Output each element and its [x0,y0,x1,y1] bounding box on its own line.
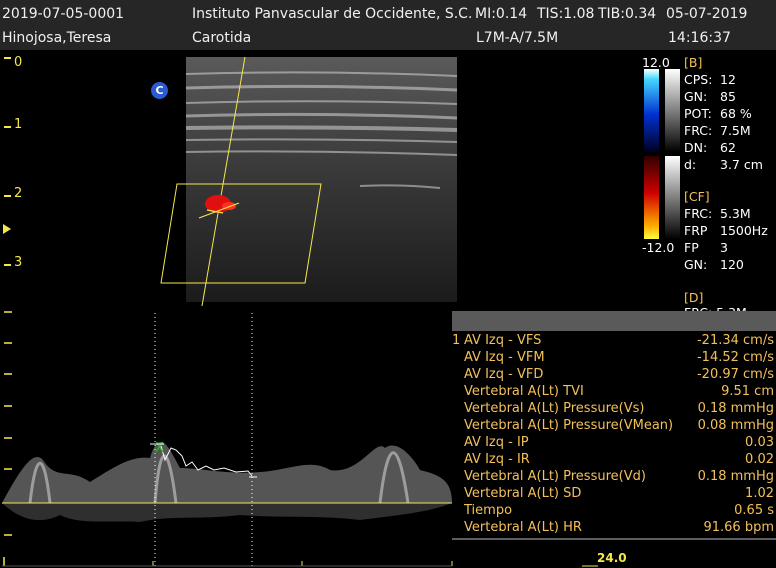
measurement-label: AV Izq - VFD [464,367,544,382]
measurement-row[interactable]: Vertebral A(Lt) Pressure(Vd) 0.18 mmHg [452,469,776,486]
measurement-value: -21.34 cm/s [696,333,774,348]
colorbar-min-label: -12.0 [642,240,675,255]
caliper-marker-icon[interactable]: X [155,441,164,456]
velocity-colorbar-positive [644,156,659,239]
cf-mode-title: [CF] [684,189,710,204]
measurement-row[interactable]: Tiempo 0.65 s [452,503,776,520]
measurement-results: 1 AV Izq - VFS -21.34 cm/s AV Izq - VFM … [452,333,776,539]
b-mode-sector [186,57,457,302]
measurement-label: AV Izq - IP [464,435,529,450]
param-key: GN: [684,257,708,272]
measurement-row[interactable]: Vertebral A(Lt) Pressure(VMean) 0.08 mmH… [452,418,776,435]
measurement-value: 1.02 [745,486,774,501]
grayscale-bar [665,156,680,239]
measurement-value: 0.08 mmHg [697,418,774,433]
measurement-value: 91.66 bpm [703,520,774,535]
colorbar-max-label: 12.0 [642,55,670,70]
measurement-label: Vertebral A(Lt) Pressure(VMean) [464,418,674,433]
measurement-value: 0.65 s [734,503,774,518]
measurement-value: -14.52 cm/s [696,350,774,365]
param-key: FRP [684,223,708,238]
param-value: 68 % [720,106,752,121]
measurement-value: 9.51 cm [721,384,774,399]
measurement-label: AV Izq - IR [464,452,530,467]
measurement-index: 1 [452,333,461,348]
measurement-row[interactable]: AV Izq - IP 0.03 [452,435,776,452]
time-scale-ticks [152,561,598,567]
measurement-panel-header [452,311,776,331]
b-mode-title: [B] [684,55,703,70]
measurement-label: Vertebral A(Lt) SD [464,486,582,501]
velocity-colorbar-negative [644,69,659,152]
param-value: 62 [720,140,736,155]
measurement-value: 0.02 [745,452,774,467]
measurement-row[interactable]: AV Izq - VFM -14.52 cm/s [452,350,776,367]
measurement-row[interactable]: Vertebral A(Lt) TVI 9.51 cm [452,384,776,401]
measurement-row[interactable]: Vertebral A(Lt) HR 91.66 bpm [452,520,776,537]
measurement-label: Vertebral A(Lt) Pressure(Vs) [464,401,645,416]
param-value: 7.5M [720,123,751,138]
measurement-value: 0.03 [745,435,774,450]
measurement-row[interactable]: AV Izq - IR 0.02 [452,452,776,469]
param-key: CPS: [684,72,713,87]
param-value: 85 [720,89,736,104]
measurement-label: Vertebral A(Lt) TVI [464,384,584,399]
param-value: 120 [720,257,744,272]
measurement-label: Tiempo [464,503,513,518]
measurement-label: AV Izq - VFS [464,333,542,348]
measurement-value: 0.18 mmHg [697,401,774,416]
param-value: 3 [720,240,728,255]
param-key: GN: [684,89,708,104]
measurement-label: AV Izq - VFM [464,350,545,365]
param-value: 1500Hz [720,223,768,238]
measurement-row[interactable]: Vertebral A(Lt) Pressure(Vs) 0.18 mmHg [452,401,776,418]
sweep-speed-label: 24.0 [597,551,627,565]
measurement-label: Vertebral A(Lt) HR [464,520,582,535]
measurement-value: 0.18 mmHg [697,469,774,484]
param-key: FRC: [684,123,713,138]
d-mode-param-cut: FRC: 5.3M [684,305,747,311]
param-value: 5.3M [720,206,751,221]
param-value: 12 [720,72,736,87]
measurement-row[interactable]: 1 AV Izq - VFS -21.34 cm/s [452,333,776,350]
param-value: 3.7 cm [720,157,763,172]
param-key: FRC: [684,206,713,221]
param-key: d: [684,157,697,172]
d-mode-title: [D] [684,290,704,305]
param-key: POT: [684,106,712,121]
param-key: DN: [684,140,708,155]
doppler-spectrum [2,441,452,522]
velocity-scale-ticks [3,311,12,566]
measurement-row[interactable]: AV Izq - VFD -20.97 cm/s [452,367,776,384]
measurement-label: Vertebral A(Lt) Pressure(Vd) [464,469,646,484]
grayscale-bar [665,69,680,152]
measurement-row[interactable]: Vertebral A(Lt) SD 1.02 [452,486,776,503]
measurement-value: -20.97 cm/s [696,367,774,382]
param-key: FP [684,240,699,255]
